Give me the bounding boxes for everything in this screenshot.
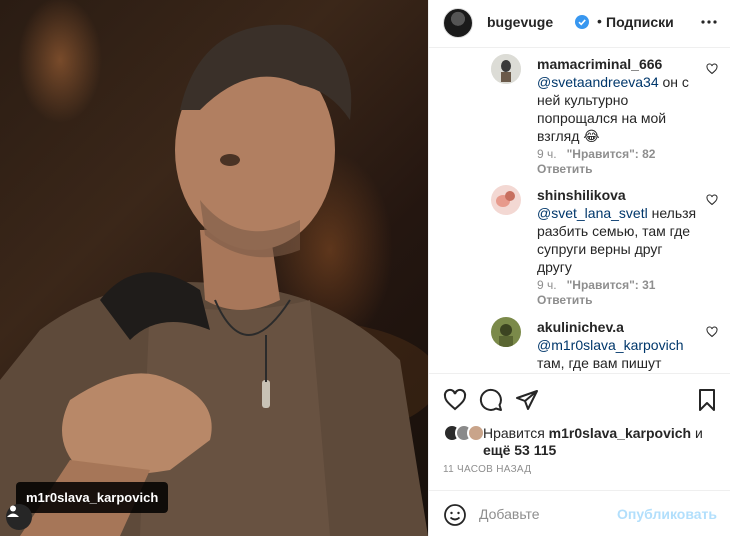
heart-icon[interactable] — [706, 63, 718, 75]
comments-list[interactable]: mamacriminal_666 @svetaandreeva34 он с не… — [429, 48, 730, 373]
more-options-icon[interactable] — [699, 14, 719, 30]
person-icon — [7, 505, 19, 517]
portrait-illustration — [0, 24, 428, 536]
likes-prefix: Нравится — [483, 425, 549, 441]
heart-icon[interactable] — [706, 326, 718, 338]
emoji-icon[interactable] — [443, 503, 467, 527]
following-button[interactable]: Подписки — [606, 14, 674, 30]
commenter-username[interactable]: mamacriminal_666 — [537, 56, 662, 72]
commenter-avatar[interactable] — [491, 317, 521, 347]
liker-username[interactable]: m1r0slava_karpovich — [549, 425, 691, 441]
tagged-users-button[interactable] — [6, 504, 32, 530]
share-paper-plane-icon[interactable] — [515, 388, 539, 412]
avatar-image — [491, 54, 521, 84]
reply-button[interactable]: Ответить — [537, 162, 592, 176]
comment-likes[interactable]: "Нравится": 31 — [567, 278, 656, 292]
comment-mention[interactable]: @m1r0slava_karpovich — [537, 337, 684, 353]
likes-summary: Нравится m1r0slava_karpovich и ещё 53 115 — [443, 424, 723, 458]
post-sidebar: bugevuge • Подписки mamacriminal_666 @sv… — [428, 0, 730, 536]
comment-time: 9 ч. — [537, 278, 557, 292]
post-view: m1r0slava_karpovich bugevuge • Подписки — [0, 0, 730, 536]
heart-icon[interactable] — [706, 194, 718, 206]
action-bar — [429, 373, 730, 425]
author-username[interactable]: bugevuge — [487, 14, 553, 30]
post-header: bugevuge • Подписки — [429, 0, 730, 48]
commenter-avatar[interactable] — [491, 185, 521, 215]
comment-text: mamacriminal_666 @svetaandreeva34 он с не… — [537, 55, 697, 145]
comment-mention[interactable]: @svetaandreeva34 — [537, 74, 659, 90]
comment-time: 9 ч. — [537, 147, 557, 161]
comment-likes[interactable]: "Нравится": 82 — [567, 147, 656, 161]
likes-text: Нравится m1r0slava_karpovich и ещё 53 115 — [483, 425, 730, 459]
comment-text: shinshilikova @svet_lana_svetl нельзя раз… — [537, 186, 697, 276]
avatar-image — [491, 317, 521, 347]
comment-body: там, где вам пишут — [537, 355, 662, 371]
comment-mention[interactable]: @svet_lana_svetl — [537, 205, 648, 221]
comment-bubble-icon[interactable] — [479, 388, 503, 412]
comment-text: akulinichev.a @m1r0slava_karpovich там, г… — [537, 318, 697, 372]
like-heart-icon[interactable] — [443, 388, 467, 412]
post-timestamp[interactable]: 11 ЧАСОВ НАЗАД — [443, 464, 531, 475]
comment-meta: 9 ч. "Нравится": 82 — [537, 147, 655, 161]
commenter-username[interactable]: shinshilikova — [537, 187, 626, 203]
photo-user-tag[interactable]: m1r0slava_karpovich — [16, 482, 169, 513]
header-separator: • — [597, 13, 602, 29]
commenter-avatar[interactable] — [491, 54, 521, 84]
commenter-username[interactable]: akulinichev.a — [537, 319, 624, 335]
reply-button[interactable]: Ответить — [537, 293, 592, 307]
likes-count[interactable]: ещё 53 115 — [483, 442, 556, 458]
author-avatar[interactable] — [443, 8, 473, 38]
verified-badge-icon — [575, 15, 589, 29]
comment-meta: 9 ч. "Нравится": 31 — [537, 278, 655, 292]
bookmark-icon[interactable] — [695, 388, 719, 412]
avatar-image — [491, 185, 521, 215]
likes-conjunction: и — [691, 425, 703, 441]
comment-input[interactable] — [479, 501, 619, 527]
publish-button[interactable]: Опубликовать — [617, 506, 717, 522]
add-comment-bar: Опубликовать — [429, 490, 730, 536]
post-photo[interactable]: m1r0slava_karpovich — [0, 0, 428, 536]
